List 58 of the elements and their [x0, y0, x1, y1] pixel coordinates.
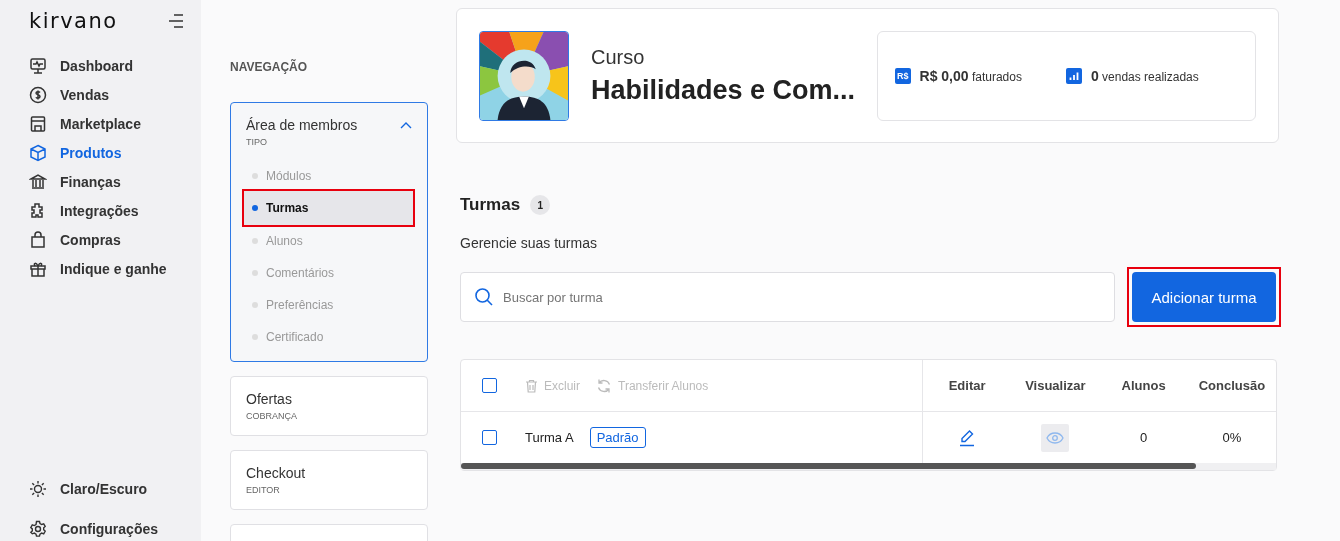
checkbox[interactable] [482, 378, 497, 393]
section-subtitle: Gerencie suas turmas [460, 235, 598, 251]
card-title: Checkout [246, 465, 306, 481]
card-subtitle: TIPO [246, 137, 268, 147]
stat-text: R$ 0,00 faturados [919, 67, 1022, 84]
sidebar-item[interactable]: Produtos [29, 143, 201, 162]
settings-icon [29, 519, 47, 538]
sidebar-item[interactable]: Marketplace [29, 114, 201, 133]
nav-card[interactable]: Ofertas COBRANÇA [230, 376, 428, 436]
sidebar-item[interactable]: Integrações [29, 201, 201, 220]
search-field[interactable]: Buscar por turma [460, 272, 1115, 322]
sidebar-item[interactable]: Compras [29, 230, 201, 249]
add-class-button[interactable]: Adicionar turma [1132, 272, 1276, 322]
chevron-up-icon[interactable] [400, 121, 412, 129]
card-title: Área de membros [246, 117, 358, 133]
card-title: Ofertas [246, 391, 293, 407]
bar-chart-icon [1065, 67, 1082, 84]
table-cell-text: 0 [1139, 430, 1149, 445]
class-name: Turma A [525, 430, 574, 445]
edit-icon[interactable] [959, 428, 976, 447]
bank-icon [29, 172, 47, 191]
column-header: Conclusão [1197, 378, 1267, 393]
product-name: Habilidades e Com... [591, 74, 855, 106]
stat-text: 0 vendas realizadas [1090, 67, 1199, 84]
sidebar-item[interactable]: Indique e ganhe [29, 259, 201, 278]
currency-icon: R$ [895, 67, 911, 84]
store-icon [29, 114, 47, 133]
nav-card[interactable]: Área de membros TIPO Módulos Turmas Alunos Comentários Preferências Certificado [230, 102, 428, 362]
column-header: Editar [947, 378, 987, 393]
card-subtitle: EDITOR [246, 485, 281, 495]
bag-icon [29, 230, 47, 249]
box-icon [29, 143, 47, 162]
sidebar-item[interactable]: Dashboard [29, 56, 201, 75]
section-title: Turmas [460, 195, 521, 215]
sidebar-item[interactable]: Finanças [29, 172, 201, 191]
menu-icon[interactable] [167, 13, 185, 29]
refresh-icon [596, 377, 612, 394]
default-tag: Padrão [589, 427, 646, 448]
column-header: Visualizar [1024, 378, 1087, 393]
dollar-icon [29, 85, 47, 104]
sidebar-item[interactable]: Vendas [29, 85, 201, 104]
card-subtitle: COBRANÇA [246, 411, 297, 421]
sidebar-item[interactable]: Claro/Escuro [29, 479, 201, 498]
checkbox[interactable] [482, 430, 497, 445]
sun-icon [29, 479, 47, 498]
eye-icon [1046, 431, 1065, 444]
count-badge: 1 [530, 195, 551, 215]
monitor-icon [29, 56, 47, 75]
column-header: Alunos [1120, 378, 1167, 393]
nav-subitem[interactable]: Turmas [244, 191, 413, 225]
table-cell-text: 0% [1221, 430, 1243, 445]
section-heading: NAVEGAÇÃO [230, 60, 309, 74]
product-type: Curso [591, 45, 646, 69]
logo: kirvano [29, 9, 118, 33]
scrollbar[interactable] [461, 463, 1196, 469]
trash-icon [525, 378, 538, 393]
nav-card[interactable]: Checkout EDITOR [230, 450, 428, 510]
sidebar-item[interactable]: Configurações [29, 519, 201, 538]
